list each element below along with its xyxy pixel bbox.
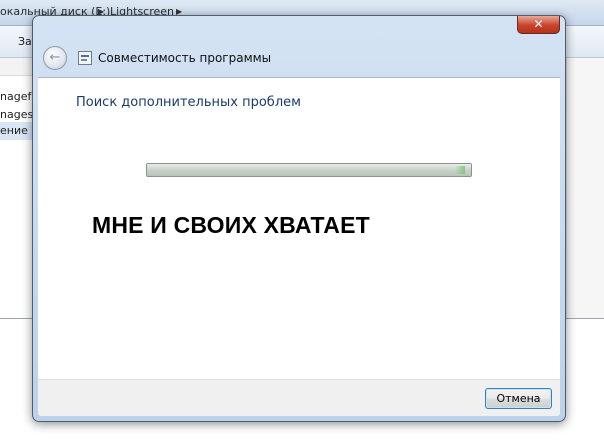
close-button[interactable]: ✕ bbox=[517, 16, 560, 34]
cancel-button[interactable]: Отмена bbox=[485, 388, 552, 409]
status-heading: Поиск дополнительных проблем bbox=[76, 95, 301, 110]
dialog-title: Совместимость программы bbox=[98, 51, 272, 65]
explorer-preview-pane bbox=[566, 58, 604, 318]
back-arrow-icon[interactable]: ← bbox=[43, 46, 67, 70]
program-compatibility-icon bbox=[78, 51, 92, 65]
dialog-content: Поиск дополнительных проблем МНЕ И СВОИХ… bbox=[38, 77, 560, 379]
progress-bar bbox=[146, 163, 472, 177]
progress-glint bbox=[455, 166, 465, 174]
program-compatibility-dialog: ✕ ← Совместимость программы Поиск дополн… bbox=[32, 15, 566, 422]
progress-fill bbox=[147, 164, 471, 176]
toolbar-item[interactable]: За bbox=[18, 35, 32, 48]
overlay-caption: МНЕ И СВОИХ ХВАТАЕТ bbox=[92, 212, 370, 238]
dialog-header: ← Совместимость программы bbox=[38, 41, 560, 77]
dialog-footer: Отмена bbox=[38, 379, 560, 416]
